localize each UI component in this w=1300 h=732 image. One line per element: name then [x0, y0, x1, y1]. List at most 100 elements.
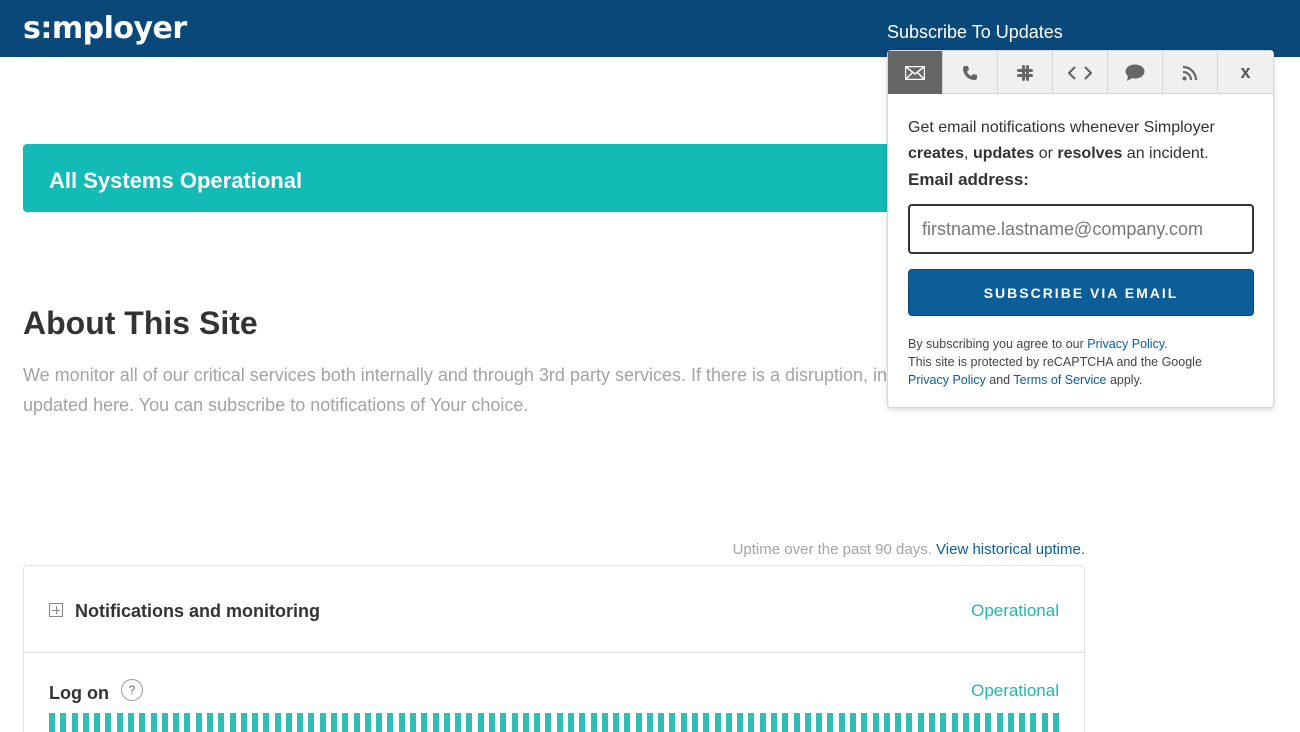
uptime-bar[interactable] — [150, 713, 157, 732]
terms-of-service-link[interactable]: Terms of Service — [1013, 373, 1106, 387]
uptime-bar[interactable] — [477, 713, 484, 732]
simployer-logo[interactable]: s:mployer — [23, 11, 187, 46]
uptime-bar[interactable] — [872, 713, 879, 732]
uptime-bar[interactable] — [827, 713, 834, 732]
uptime-bar[interactable] — [116, 713, 123, 732]
help-icon[interactable]: ? — [121, 679, 143, 701]
uptime-bar[interactable] — [1019, 713, 1026, 732]
uptime-bar[interactable] — [748, 713, 755, 732]
email-field[interactable] — [908, 204, 1254, 254]
uptime-bar[interactable] — [139, 713, 146, 732]
uptime-bar[interactable] — [849, 713, 856, 732]
uptime-bar[interactable] — [974, 713, 981, 732]
uptime-bar[interactable] — [996, 713, 1003, 732]
uptime-bar[interactable] — [319, 713, 326, 732]
uptime-bar[interactable] — [263, 713, 270, 732]
uptime-bar[interactable] — [297, 713, 304, 732]
uptime-bar[interactable] — [906, 713, 913, 732]
uptime-bar[interactable] — [883, 713, 890, 732]
uptime-bar[interactable] — [443, 713, 450, 732]
component-name[interactable]: Notifications and monitoring — [75, 601, 320, 622]
uptime-bar[interactable] — [816, 713, 823, 732]
phone-tab[interactable] — [943, 51, 998, 94]
uptime-bar[interactable] — [1053, 713, 1060, 732]
uptime-bar[interactable] — [545, 713, 552, 732]
uptime-bar[interactable] — [82, 713, 89, 732]
uptime-bar[interactable] — [624, 713, 631, 732]
uptime-bar[interactable] — [353, 713, 360, 732]
uptime-bar[interactable] — [714, 713, 721, 732]
uptime-bar[interactable] — [342, 713, 349, 732]
expand-icon[interactable] — [49, 603, 63, 617]
uptime-bar[interactable] — [94, 713, 101, 732]
uptime-bar[interactable] — [703, 713, 710, 732]
slack-tab[interactable] — [998, 51, 1053, 94]
uptime-bar[interactable] — [962, 713, 969, 732]
uptime-bar[interactable] — [917, 713, 924, 732]
chat-tab[interactable] — [1108, 51, 1163, 94]
uptime-bar[interactable] — [759, 713, 766, 732]
uptime-bar[interactable] — [771, 713, 777, 732]
uptime-bar[interactable] — [466, 713, 473, 732]
uptime-bar[interactable] — [71, 713, 78, 732]
uptime-bar[interactable] — [658, 713, 665, 732]
uptime-bar[interactable] — [1007, 713, 1014, 732]
uptime-bar[interactable] — [579, 713, 586, 732]
uptime-bar[interactable] — [331, 713, 338, 732]
uptime-bar[interactable] — [680, 713, 687, 732]
uptime-bar[interactable] — [376, 713, 383, 732]
uptime-bar[interactable] — [421, 713, 428, 732]
uptime-bar[interactable] — [240, 713, 247, 732]
uptime-bar[interactable] — [928, 713, 935, 732]
uptime-bar[interactable] — [308, 713, 315, 732]
uptime-bar[interactable] — [500, 713, 507, 732]
uptime-bar[interactable] — [511, 713, 518, 732]
uptime-bar[interactable] — [432, 713, 439, 732]
uptime-bar[interactable] — [173, 713, 180, 732]
uptime-bar[interactable] — [692, 713, 699, 732]
uptime-bar[interactable] — [737, 713, 744, 732]
rss-tab[interactable] — [1163, 51, 1218, 94]
subscribe-via-email-button[interactable]: SUBSCRIBE VIA EMAIL — [908, 269, 1254, 316]
uptime-bar[interactable] — [455, 713, 462, 732]
uptime-bar[interactable] — [274, 713, 281, 732]
uptime-bar[interactable] — [206, 713, 213, 732]
uptime-bar[interactable] — [601, 713, 608, 732]
uptime-bar[interactable] — [534, 713, 541, 732]
uptime-bar[interactable] — [725, 713, 732, 732]
privacy-policy-link[interactable]: Privacy Policy — [1087, 337, 1164, 351]
close-icon[interactable]: x — [1218, 51, 1273, 94]
uptime-bar[interactable] — [1030, 713, 1037, 732]
uptime-bar[interactable] — [590, 713, 597, 732]
uptime-bar[interactable] — [488, 713, 495, 732]
uptime-bar[interactable] — [252, 713, 259, 732]
uptime-bar[interactable] — [127, 713, 134, 732]
uptime-bar[interactable] — [861, 713, 868, 732]
uptime-bar[interactable] — [195, 713, 202, 732]
webhook-tab[interactable] — [1053, 51, 1108, 94]
uptime-bar[interactable] — [398, 713, 405, 732]
uptime-bar[interactable] — [49, 713, 55, 732]
subscribe-to-updates-button[interactable]: Subscribe To Updates — [887, 22, 1063, 43]
uptime-bar[interactable] — [105, 713, 112, 732]
uptime-bar[interactable] — [60, 713, 67, 732]
uptime-bar[interactable] — [985, 713, 992, 732]
uptime-bar[interactable] — [669, 713, 676, 732]
uptime-bar[interactable] — [556, 713, 563, 732]
view-historical-uptime-link[interactable]: View historical uptime. — [936, 541, 1085, 558]
uptime-bar[interactable] — [895, 713, 902, 732]
uptime-bar[interactable] — [285, 713, 292, 732]
uptime-bar[interactable] — [522, 713, 529, 732]
uptime-bar[interactable] — [184, 713, 191, 732]
uptime-bar[interactable] — [635, 713, 642, 732]
uptime-bar[interactable] — [387, 713, 394, 732]
uptime-bar[interactable] — [218, 713, 225, 732]
uptime-bar[interactable] — [940, 713, 947, 732]
uptime-bar[interactable] — [1041, 713, 1048, 732]
uptime-bar[interactable] — [567, 713, 574, 732]
uptime-bar[interactable] — [804, 713, 811, 732]
uptime-bar[interactable] — [838, 713, 845, 732]
uptime-bar[interactable] — [161, 713, 168, 732]
uptime-bar[interactable] — [951, 713, 958, 732]
google-privacy-policy-link[interactable]: Privacy Policy — [908, 373, 986, 387]
